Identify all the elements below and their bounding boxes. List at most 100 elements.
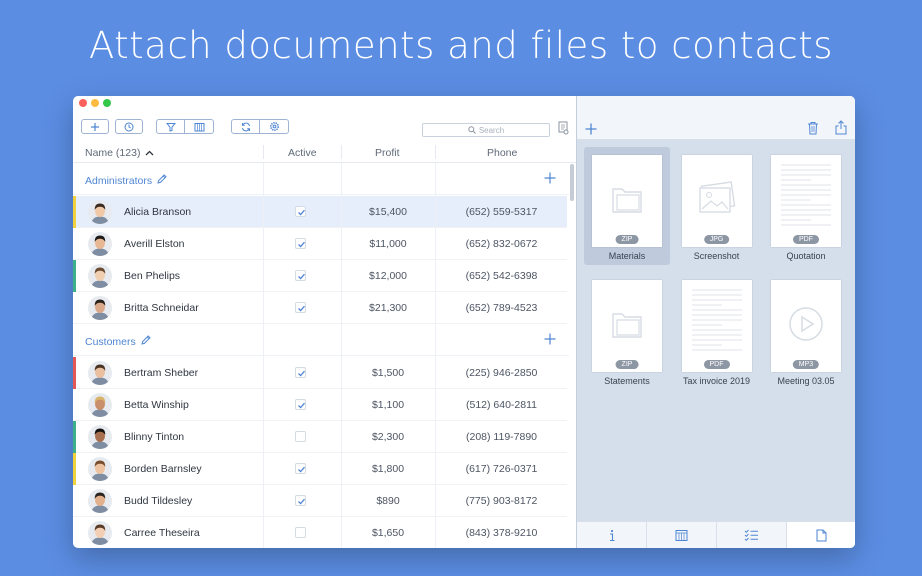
text-lines-icon <box>781 164 831 226</box>
active-checkbox[interactable] <box>295 527 306 538</box>
file-item[interactable]: MP3 Meeting 03.05 <box>763 272 849 390</box>
contact-row[interactable]: Britta Schneidar $21,300 (652) 789-4523 <box>73 292 567 324</box>
group-header: Customers <box>73 324 569 356</box>
contact-profit: $11,000 <box>369 238 407 250</box>
file-name: Materials <box>608 251 646 261</box>
contact-phone: (652) 789-4523 <box>465 302 538 314</box>
file-item[interactable]: PDF Quotation <box>763 147 849 265</box>
add-attachment-button[interactable] <box>585 122 597 135</box>
file-grid: ZIP Materials JPG Screenshot PDF Quotation ZIP… <box>577 140 855 521</box>
history-button[interactable] <box>115 119 143 134</box>
contact-phone: (652) 832-0672 <box>465 238 538 250</box>
contact-row[interactable]: Carree Theseira $1,650 (843) 378-9210 <box>73 517 567 548</box>
list-scrollbar[interactable] <box>570 164 574 201</box>
file-name: Screenshot <box>693 251 740 261</box>
toolbar: Search <box>73 113 576 141</box>
calendar-button[interactable] <box>185 119 214 134</box>
titlebar <box>73 96 576 112</box>
avatar <box>88 232 112 256</box>
avatar <box>88 521 112 545</box>
group-title[interactable]: Administrators <box>85 175 152 187</box>
settings-button[interactable] <box>260 119 289 134</box>
file-item[interactable]: ZIP Materials <box>584 147 670 265</box>
column-separator <box>341 145 342 159</box>
search-input[interactable]: Search <box>422 123 550 137</box>
column-active[interactable]: Active <box>288 147 317 159</box>
calendar-icon <box>675 530 688 541</box>
file-item[interactable]: PDF Tax invoice 2019 <box>674 272 760 390</box>
active-checkbox[interactable] <box>295 463 306 474</box>
active-checkbox[interactable] <box>295 238 306 249</box>
minimize-window-button[interactable] <box>91 99 99 107</box>
tab-tasks[interactable] <box>717 522 787 548</box>
group-title[interactable]: Customers <box>85 336 136 348</box>
zoom-window-button[interactable] <box>103 99 111 107</box>
contact-phone: (617) 726-0371 <box>465 463 538 475</box>
column-separator <box>263 145 264 159</box>
file-name: Tax invoice 2019 <box>682 376 751 386</box>
attachments-toolbar <box>577 96 855 140</box>
tab-calendar[interactable] <box>647 522 717 548</box>
delete-attachment-button[interactable] <box>807 121 819 135</box>
file-item[interactable]: ZIP Statements <box>584 272 670 390</box>
active-checkbox[interactable] <box>295 367 306 378</box>
active-checkbox[interactable] <box>295 495 306 506</box>
tab-info[interactable] <box>577 522 647 548</box>
contact-name: Betta Winship <box>124 399 189 411</box>
add-contact-button[interactable] <box>81 119 109 134</box>
contact-name: Bertram Sheber <box>124 367 199 379</box>
share-icon <box>835 120 847 135</box>
image-icon <box>698 181 735 213</box>
add-to-group-button[interactable] <box>544 170 556 187</box>
contact-row[interactable]: Budd Tildesley $890 (775) 903-8172 <box>73 485 567 517</box>
contact-profit: $1,500 <box>371 367 405 379</box>
file-type-badge: MP3 <box>792 360 820 369</box>
filter-icon <box>165 122 176 132</box>
contact-phone: (652) 542-6398 <box>465 270 538 282</box>
checkmark-icon <box>297 273 305 280</box>
contact-row[interactable]: Alicia Branson $15,400 (652) 559-5317 <box>73 196 567 228</box>
file-type-badge: PDF <box>703 360 730 369</box>
contact-row[interactable]: Averill Elston $11,000 (652) 832-0672 <box>73 228 567 260</box>
list-settings-icon <box>558 121 569 135</box>
column-profit[interactable]: Profit <box>375 147 400 159</box>
filter-button[interactable] <box>156 119 185 134</box>
close-window-button[interactable] <box>79 99 87 107</box>
avatar <box>88 489 112 513</box>
contact-row[interactable]: Bertram Sheber $1,500 (225) 946-2850 <box>73 357 567 389</box>
contact-profit: $15,400 <box>369 206 407 218</box>
file-name: Statements <box>604 376 650 386</box>
tab-files[interactable] <box>787 522 855 548</box>
text-lines-icon <box>691 289 742 351</box>
info-icon <box>609 529 614 541</box>
column-name[interactable]: Name (123) <box>85 147 154 159</box>
active-checkbox[interactable] <box>295 302 306 313</box>
active-checkbox[interactable] <box>295 270 306 281</box>
play-icon <box>789 307 823 341</box>
file-item[interactable]: JPG Screenshot <box>674 147 760 265</box>
column-header: Name (123) Active Profit Phone <box>73 141 576 163</box>
file-name: Meeting 03.05 <box>777 376 835 386</box>
column-phone[interactable]: Phone <box>487 147 517 159</box>
active-checkbox[interactable] <box>295 399 306 410</box>
contact-name: Borden Barnsley <box>124 463 202 475</box>
active-checkbox[interactable] <box>295 431 306 442</box>
folder-icon <box>612 313 642 338</box>
pencil-icon[interactable] <box>156 172 168 184</box>
contact-list: Administrators Alicia Branson $15,400 (652)… <box>73 163 576 548</box>
contact-row[interactable]: Borden Barnsley $1,800 (617) 726-0371 <box>73 453 567 485</box>
gear-icon <box>269 121 279 132</box>
contact-row[interactable]: Ben Phelips $12,000 (652) 542-6398 <box>73 260 567 292</box>
contact-row[interactable]: Betta Winship $1,100 (512) 640-2811 <box>73 389 567 421</box>
add-to-group-button[interactable] <box>544 331 556 348</box>
contact-profit: $890 <box>376 495 400 507</box>
checkmark-icon <box>297 305 305 312</box>
plus-icon <box>585 123 597 135</box>
avatar <box>88 296 112 320</box>
export-list-button[interactable] <box>558 121 569 135</box>
share-attachment-button[interactable] <box>834 120 848 135</box>
refresh-button[interactable] <box>231 119 260 134</box>
contact-row[interactable]: Blinny Tinton $2,300 (208) 119-7890 <box>73 421 567 453</box>
active-checkbox[interactable] <box>295 206 306 217</box>
pencil-icon[interactable] <box>140 333 152 345</box>
